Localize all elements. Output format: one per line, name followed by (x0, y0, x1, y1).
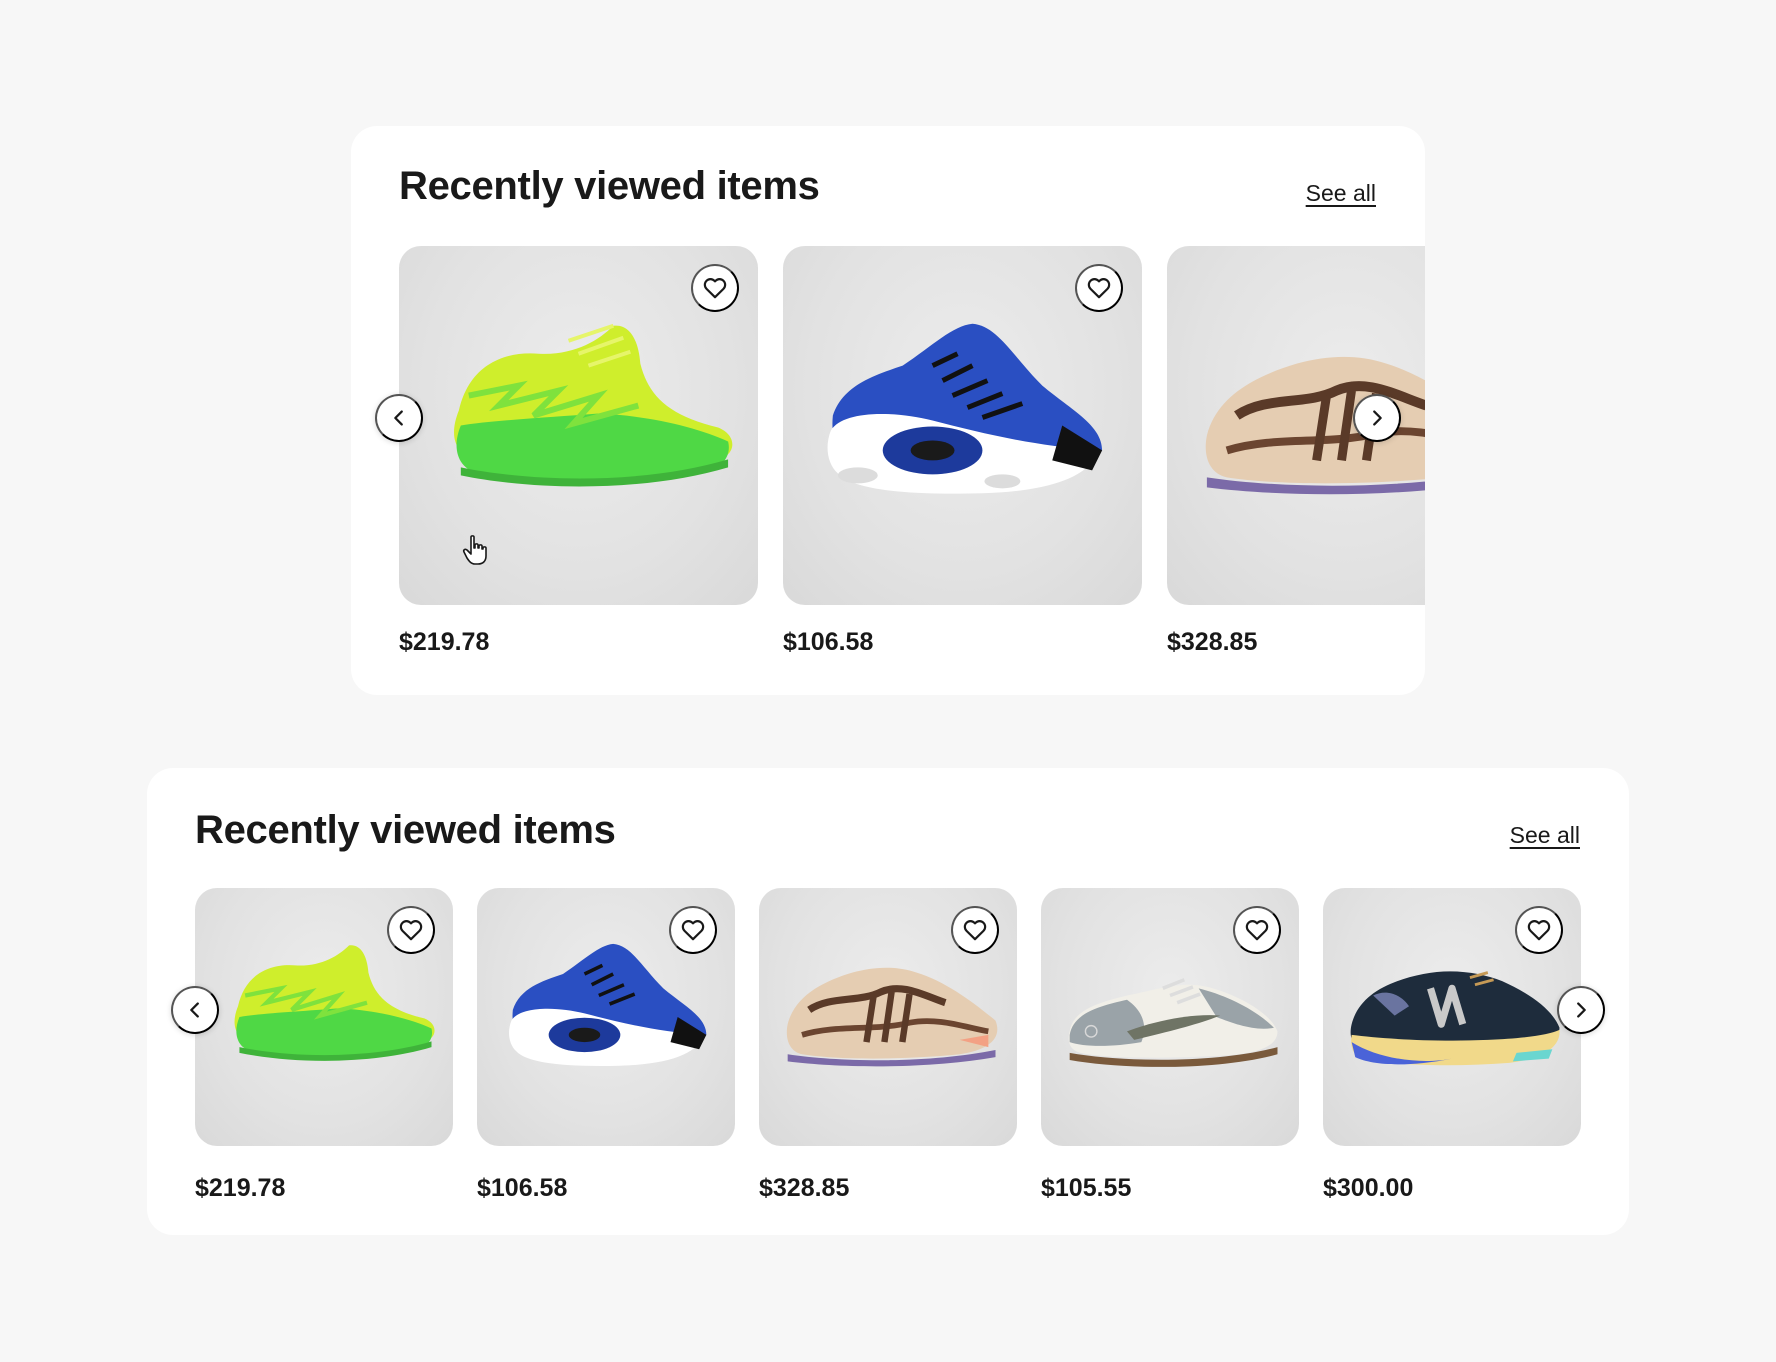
carousel-next-button[interactable] (1557, 986, 1605, 1034)
product-price: $106.58 (783, 628, 874, 656)
favorite-button[interactable] (1515, 906, 1563, 954)
chevron-right-icon (1373, 410, 1382, 426)
chevron-right-icon (1577, 1002, 1586, 1018)
product-card[interactable]: $105.55 (1041, 888, 1299, 1208)
heart-icon (1087, 278, 1111, 299)
product-card[interactable]: $219.78 (195, 888, 453, 1208)
module-title: Recently viewed items (399, 164, 820, 208)
favorite-button[interactable] (1075, 264, 1123, 312)
carousel-prev-button[interactable] (375, 394, 423, 442)
favorite-button[interactable] (387, 906, 435, 954)
product-price: $328.85 (759, 1174, 850, 1202)
product-price: $105.55 (1041, 1174, 1132, 1202)
heart-icon (681, 920, 705, 941)
product-price: $106.58 (477, 1174, 568, 1202)
product-price: $300.00 (1323, 1174, 1414, 1202)
favorite-button[interactable] (951, 906, 999, 954)
favorite-button[interactable] (691, 264, 739, 312)
product-card[interactable]: $106.58 (783, 246, 1142, 666)
product-card[interactable]: $328.85 (759, 888, 1017, 1208)
product-card[interactable]: $219.78 (399, 246, 758, 666)
heart-icon (1245, 920, 1269, 941)
hand-pointer-icon (462, 535, 487, 565)
chevron-left-icon (190, 1002, 199, 1018)
favorite-button[interactable] (1233, 906, 1281, 954)
heart-icon (399, 920, 423, 941)
recently-viewed-module-large: Recently viewed items See all $219.78 $1… (147, 768, 1629, 1235)
carousel-next-button[interactable] (1353, 394, 1401, 442)
carousel-prev-button[interactable] (171, 986, 219, 1034)
heart-icon (703, 278, 727, 299)
heart-icon (963, 920, 987, 941)
see-all-link[interactable]: See all (1510, 822, 1580, 849)
module-title: Recently viewed items (195, 808, 616, 852)
product-price: $219.78 (399, 628, 490, 656)
product-card[interactable]: $300.00 (1323, 888, 1581, 1208)
chevron-left-icon (394, 410, 403, 426)
favorite-button[interactable] (669, 906, 717, 954)
recently-viewed-module-small: Recently viewed items See all $219.78 $1… (351, 126, 1425, 695)
product-card[interactable]: $328.85 (1167, 246, 1425, 666)
heart-icon (1527, 920, 1551, 941)
see-all-link[interactable]: See all (1306, 180, 1376, 207)
product-price: $328.85 (1167, 628, 1258, 656)
product-price: $219.78 (195, 1174, 286, 1202)
product-card[interactable]: $106.58 (477, 888, 735, 1208)
